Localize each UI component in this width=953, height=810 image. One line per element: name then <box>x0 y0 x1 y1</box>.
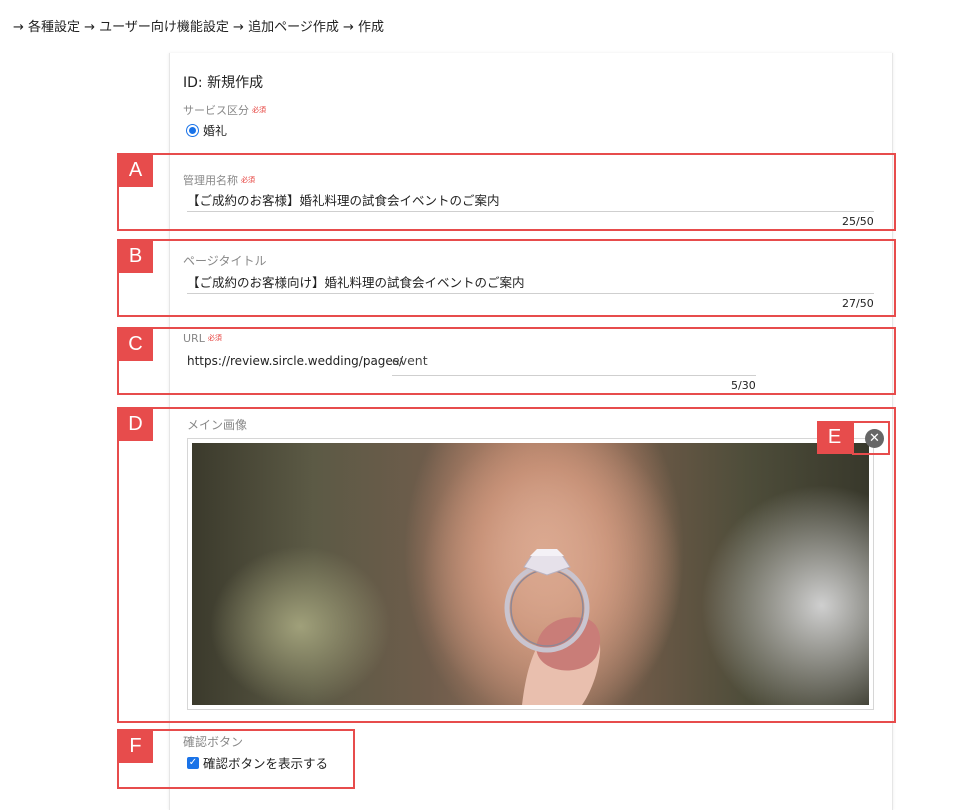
callout-box-d <box>117 407 896 723</box>
callout-tag-b: B <box>118 240 153 273</box>
callout-tag-a: A <box>118 154 153 187</box>
page-title: ID: 新規作成 <box>183 75 264 91</box>
callout-tag-d: D <box>118 408 153 441</box>
service-category-label: サービス区分 必須 <box>183 104 266 117</box>
callout-box-b <box>117 239 896 317</box>
callout-box-c <box>117 327 896 395</box>
callout-tag-c: C <box>118 328 153 361</box>
callout-box-e <box>852 421 890 455</box>
radio-selected-icon[interactable] <box>186 124 199 137</box>
callout-tag-f: F <box>118 730 153 763</box>
breadcrumb: → 各種設定 → ユーザー向け機能設定 → 追加ページ作成 → 作成 <box>13 20 384 35</box>
service-category-radio[interactable]: 婚礼 <box>186 122 227 139</box>
required-mark: 必須 <box>252 106 266 114</box>
callout-box-a <box>117 153 896 231</box>
radio-label: 婚礼 <box>203 124 228 138</box>
callout-tag-e: E <box>817 421 852 454</box>
